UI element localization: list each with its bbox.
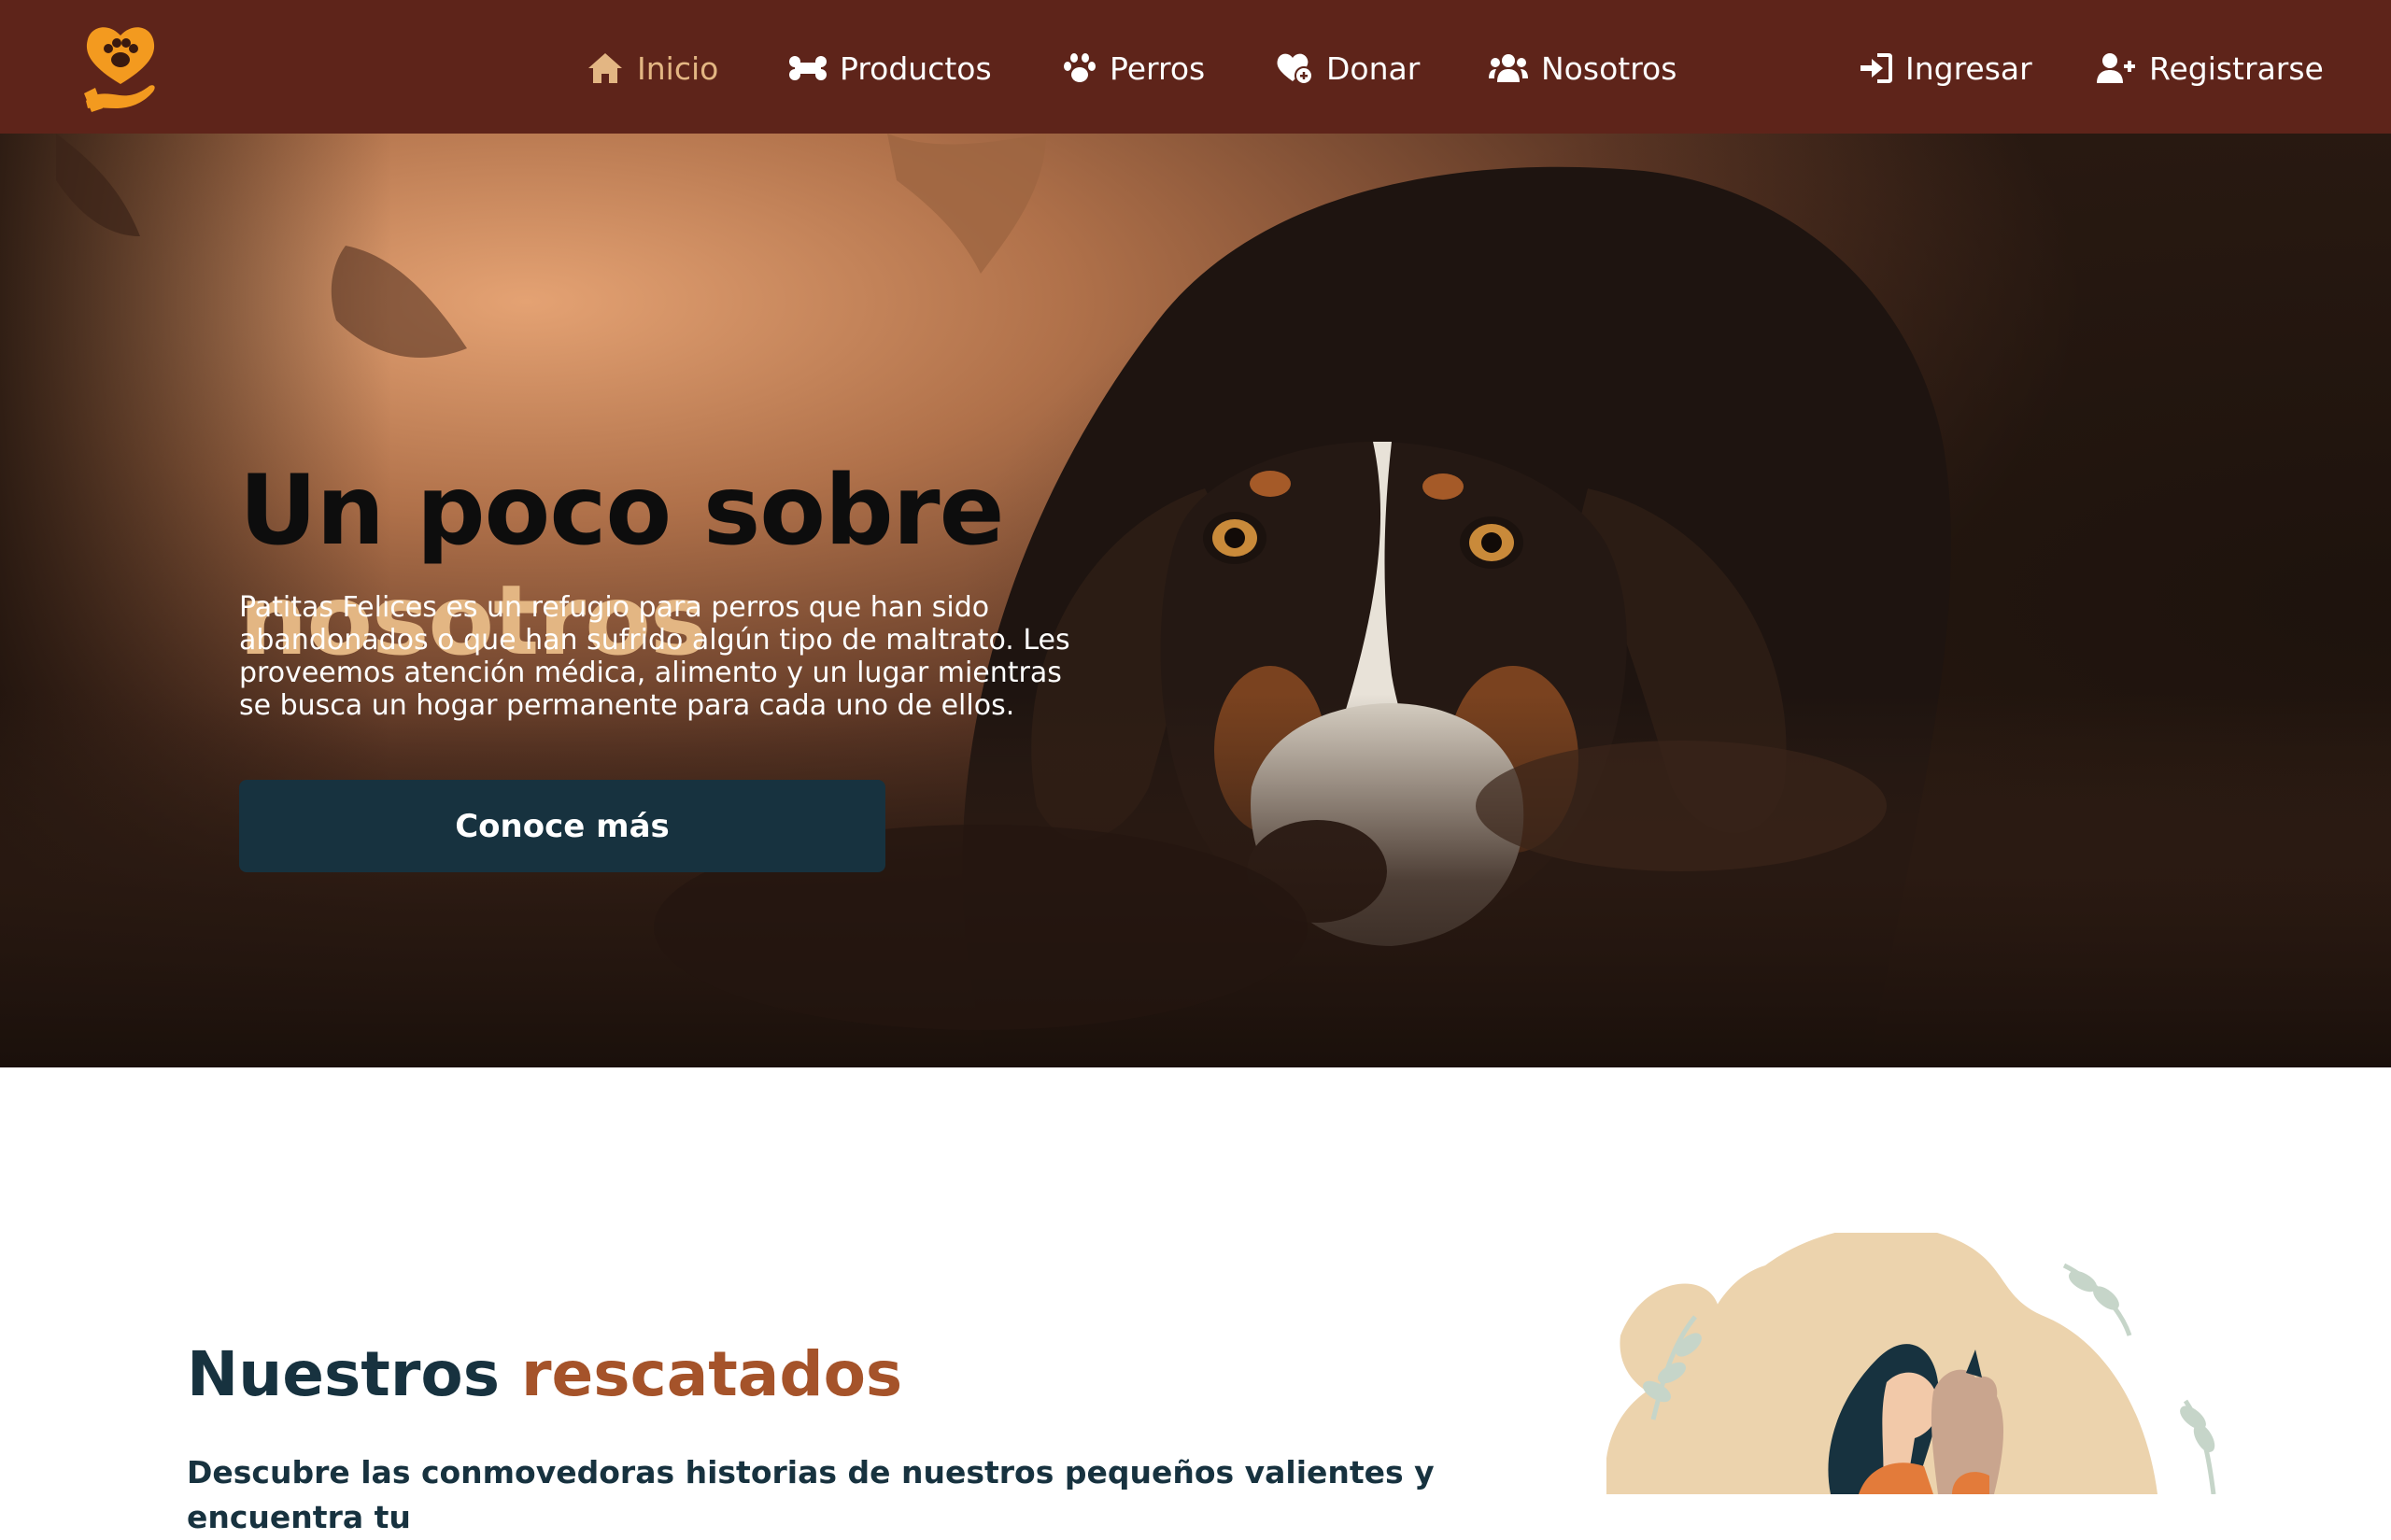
- rescued-title: Nuestros rescatados: [187, 1338, 902, 1410]
- home-icon: [588, 53, 622, 83]
- rescued-title-accent: rescatados: [520, 1338, 903, 1410]
- rescued-description: Descubre las conmovedoras historias de n…: [187, 1454, 1435, 1535]
- nav-item-label: Inicio: [637, 49, 719, 87]
- nav-item-donar[interactable]: Donar: [1276, 47, 1420, 90]
- heart-donate-icon: [1277, 53, 1313, 85]
- navbar: Inicio Productos Perros Donar Nosotros I…: [0, 0, 2391, 134]
- paw-icon: [1064, 53, 1096, 82]
- paw-heart-hand-icon: [84, 27, 155, 112]
- user-plus-icon: [2097, 53, 2135, 83]
- woman-cat-illustration: [1606, 1233, 2216, 1494]
- hero-title-main: Un poco sobre: [239, 455, 1004, 567]
- nav-item-label: Ingresar: [1905, 49, 2032, 87]
- hero-section: Un poco sobre nosotros Patitas Felices e…: [0, 134, 2391, 1067]
- nav-item-nosotros[interactable]: Nosotros: [1489, 47, 1677, 90]
- learn-more-button[interactable]: Conoce más: [239, 780, 885, 872]
- users-icon: [1489, 54, 1528, 82]
- nav-item-registrarse[interactable]: Registrarse: [2097, 47, 2324, 90]
- rescued-title-main: Nuestros: [187, 1338, 500, 1410]
- nav-item-productos[interactable]: Productos: [789, 47, 992, 90]
- hero-description: Patitas Felices es un refugio para perro…: [239, 591, 1070, 722]
- nav-item-perros[interactable]: Perros: [1063, 47, 1205, 90]
- sign-in-icon: [1860, 53, 1892, 83]
- nav-item-label: Perros: [1110, 49, 1206, 87]
- nav-item-label: Productos: [840, 49, 992, 87]
- nav-item-ingresar[interactable]: Ingresar: [1859, 47, 2032, 90]
- nav-item-label: Registrarse: [2149, 49, 2324, 87]
- bone-icon: [789, 56, 827, 80]
- nav-item-label: Donar: [1326, 49, 1421, 87]
- logo[interactable]: [82, 19, 159, 112]
- nav-item-label: Nosotros: [1541, 49, 1677, 87]
- nav-item-inicio[interactable]: Inicio: [587, 47, 718, 90]
